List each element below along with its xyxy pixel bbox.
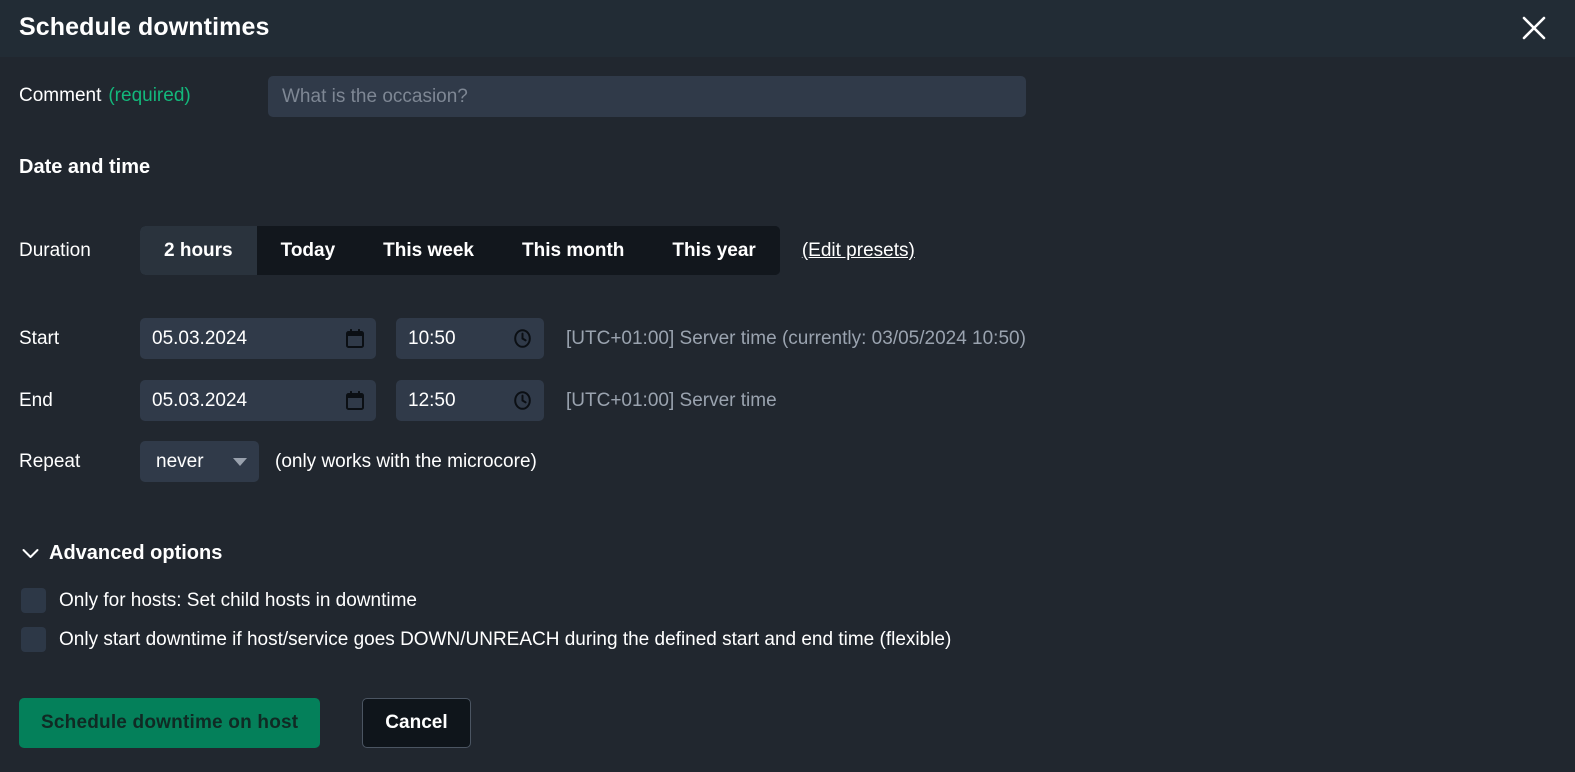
duration-row: Duration 2 hours Today This week This mo… [19, 226, 915, 275]
comment-input[interactable] [268, 76, 1026, 117]
cancel-button[interactable]: Cancel [362, 698, 471, 748]
edit-presets-link[interactable]: (Edit presets) [802, 240, 915, 262]
clock-icon[interactable] [513, 391, 532, 410]
close-icon [1520, 14, 1548, 42]
section-heading-date-and-time: Date and time [19, 156, 151, 178]
end-date-field[interactable] [140, 380, 376, 421]
start-label: Start [19, 327, 60, 349]
repeat-row: Repeat never (only works with the microc… [19, 441, 537, 482]
start-row: Start [UTC+01:00] Ser [19, 318, 1026, 359]
chevron-down-icon [22, 548, 39, 559]
repeat-note: (only works with the microcore) [275, 450, 537, 472]
end-time-field[interactable] [396, 380, 544, 421]
end-time-input[interactable] [408, 389, 478, 412]
schedule-downtime-button[interactable]: Schedule downtime on host [19, 698, 321, 748]
repeat-label: Repeat [19, 450, 81, 472]
start-time-field[interactable] [396, 318, 544, 359]
end-date-input[interactable] [152, 389, 302, 412]
clock-icon[interactable] [513, 329, 532, 348]
checkbox-row-child-hosts[interactable]: Only for hosts: Set child hosts in downt… [21, 588, 417, 613]
comment-required-marker: (required) [108, 85, 191, 106]
calendar-icon[interactable] [346, 391, 364, 410]
end-timezone-note: [UTC+01:00] Server time [566, 389, 777, 411]
checkbox-label-child-hosts: Only for hosts: Set child hosts in downt… [59, 589, 417, 611]
schedule-downtimes-dialog: Schedule downtimes Comment (required) Da… [0, 0, 1575, 772]
checkbox-flexible[interactable] [21, 627, 46, 652]
duration-preset-group: 2 hours Today This week This month This … [140, 226, 780, 275]
duration-label: Duration [19, 239, 91, 261]
comment-label-group: Comment (required) [19, 76, 191, 116]
end-row: End [UTC+01:00] Serve [19, 380, 777, 421]
duration-preset-this-month[interactable]: This month [498, 226, 649, 275]
duration-preset-today[interactable]: Today [256, 226, 360, 275]
advanced-options-label: Advanced options [49, 542, 223, 564]
advanced-options-toggle[interactable]: Advanced options [22, 542, 222, 565]
checkbox-row-flexible[interactable]: Only start downtime if host/service goes… [21, 627, 951, 652]
dialog-header: Schedule downtimes [0, 0, 1575, 57]
duration-preset-this-week[interactable]: This week [359, 226, 498, 275]
page-title: Schedule downtimes [19, 13, 270, 41]
calendar-icon[interactable] [346, 329, 364, 348]
start-time-input[interactable] [408, 327, 478, 350]
end-label: End [19, 389, 53, 411]
duration-preset-this-year[interactable]: This year [648, 226, 780, 275]
comment-label: Comment [19, 85, 102, 106]
dialog-footer: Schedule downtime on host Cancel [19, 698, 471, 748]
checkbox-child-hosts[interactable] [21, 588, 46, 613]
duration-preset-2-hours[interactable]: 2 hours [140, 226, 257, 275]
chevron-down-icon [233, 457, 247, 466]
checkbox-label-flexible: Only start downtime if host/service goes… [59, 628, 952, 650]
repeat-select[interactable]: never [140, 441, 259, 482]
close-button[interactable] [1517, 11, 1551, 45]
start-date-field[interactable] [140, 318, 376, 359]
start-timezone-note: [UTC+01:00] Server time (currently: 03/0… [566, 327, 1026, 349]
repeat-selected-value: never [156, 450, 204, 472]
start-date-input[interactable] [152, 327, 302, 350]
